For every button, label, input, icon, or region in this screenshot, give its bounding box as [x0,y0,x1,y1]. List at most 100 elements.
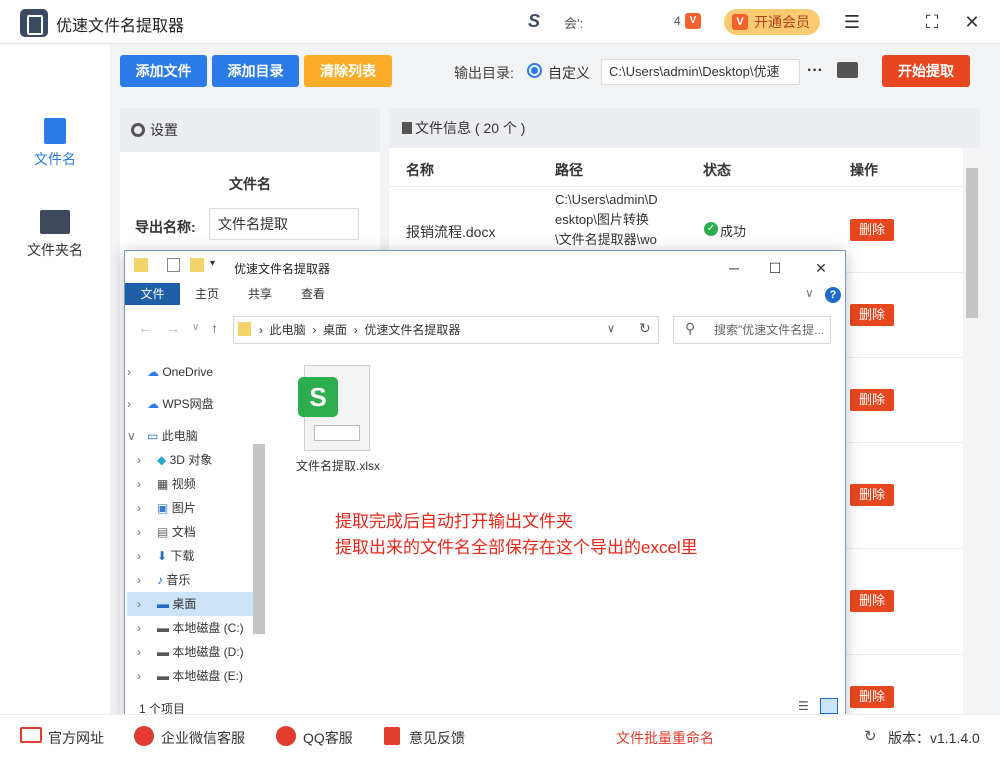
col-status: 状态 [703,162,731,178]
expand-icon[interactable]: › [137,592,157,616]
custom-radio-label[interactable]: 自定义 [548,63,590,83]
feedback-icon [384,727,400,745]
tab-share[interactable]: 共享 [248,283,272,305]
official-site-link[interactable]: 官方网址 [48,728,104,748]
address-folder-icon [238,322,251,336]
tree-item-documents[interactable]: › ▤ 文档 [127,520,265,544]
delete-button[interactable]: 删除 [850,686,894,708]
expand-icon[interactable]: › [137,448,157,472]
custom-radio[interactable] [527,63,542,78]
back-icon[interactable]: ← [138,320,152,336]
disk-icon: ▬ [157,669,169,683]
menu-icon[interactable]: ☰ [840,10,864,34]
search-input[interactable]: 搜索"优速文件名提... [673,316,831,344]
qq-icon [276,726,296,746]
tree-item-wps[interactable]: › ☁ WPS网盘 [127,392,265,416]
table-scroll-thumb[interactable] [966,168,978,318]
expand-icon[interactable]: › [137,640,157,664]
sheet-grid-icon [314,425,360,441]
properties-icon[interactable] [167,258,180,272]
feedback-link[interactable]: 意见反馈 [409,728,465,748]
cloud-icon: ☁ [147,365,159,379]
music-icon: ♪ [157,573,163,587]
tree-item-this-pc[interactable]: ∨ ▭ 此电脑 [127,424,265,448]
user-name[interactable]: 会': [564,13,583,32]
expand-icon[interactable]: › [137,544,157,568]
wechat-support-link[interactable]: 企业微信客服 [161,728,245,748]
help-icon[interactable]: ? [825,287,841,303]
clear-list-button[interactable]: 清除列表 [304,55,392,87]
annotation-line2: 提取出来的文件名全部保存在这个导出的excel里 [335,538,698,557]
tree-item-desktop[interactable]: › ▬ 桌面 [127,592,265,616]
expand-icon[interactable]: › [137,568,157,592]
qq-support-link[interactable]: QQ客服 [303,728,353,748]
details-view-icon[interactable]: ☰ [798,699,809,713]
tree-scroll-thumb[interactable] [253,444,265,634]
row1-name: 报销流程.docx [406,224,496,240]
vip-badge-icon[interactable]: V [685,13,701,29]
tree-item-music[interactable]: › ♪ 音乐 [127,568,265,592]
tree-item-video[interactable]: › ▦ 视频 [127,472,265,496]
nav-tree: › ☁ OneDrive › ☁ WPS网盘 ∨ ▭ 此电脑 › ◆ 3D 对象 › ▦ … [127,350,265,694]
expand-icon[interactable]: › [127,360,147,384]
delete-button[interactable]: 删除 [850,219,894,241]
tree-item-pictures[interactable]: › ▣ 图片 [127,496,265,520]
export-name-input[interactable]: 文件名提取 [209,208,359,240]
vip-icon: V [732,14,748,30]
tree-item-disk-c[interactable]: › ▬ 本地磁盘 (C:) [127,616,265,640]
sidebar-item-foldername[interactable]: 文件夹名 [0,240,110,260]
tab-home[interactable]: 主页 [195,283,219,305]
icons-view-icon[interactable] [820,698,838,714]
start-extract-button[interactable]: 开始提取 [882,55,970,87]
row1-path-line3: \文件名提取器\wo [555,232,657,247]
expand-icon[interactable]: › [137,520,157,544]
expand-icon[interactable]: › [137,496,157,520]
tree-item-downloads[interactable]: › ⬇ 下载 [127,544,265,568]
delete-button[interactable]: 删除 [850,590,894,612]
add-file-button[interactable]: 添加文件 [120,55,207,87]
up-icon[interactable]: ↑ [211,320,218,336]
file-name-icon [44,118,66,144]
row1-path-line2: esktop\图片转换 [555,212,649,227]
more-button[interactable]: ··· [807,62,823,80]
expand-icon[interactable]: › [137,472,157,496]
breadcrumb-folder[interactable]: 优速文件名提取器 [364,323,460,337]
tab-view[interactable]: 查看 [301,283,325,305]
search-icon: ⚲ [685,320,696,336]
folder-open-icon[interactable] [837,62,858,78]
recent-dropdown-icon[interactable]: ∨ [192,322,199,333]
maximize-icon[interactable]: ⛶ [920,10,944,34]
sidebar-item-filename[interactable]: 文件名 [0,149,110,169]
document-icon: ▤ [157,525,169,539]
expand-icon[interactable]: › [137,616,157,640]
success-icon: ✓ [704,222,718,236]
sidebar [0,45,110,715]
delete-button[interactable]: 删除 [850,484,894,506]
address-dropdown-icon[interactable]: ∨ [607,322,615,335]
breadcrumb-pc[interactable]: 此电脑 [270,323,306,337]
breadcrumb-desktop[interactable]: 桌面 [323,323,347,337]
expand-icon[interactable]: › [137,664,157,688]
tree-item-onedrive[interactable]: › ☁ OneDrive [127,360,265,384]
explorer-close-icon[interactable]: ✕ [809,256,833,280]
explorer-maximize-icon[interactable]: ☐ [763,256,787,280]
batch-rename-link[interactable]: 文件批量重命名 [616,728,714,748]
add-dir-button[interactable]: 添加目录 [212,55,299,87]
forward-icon[interactable]: → [166,320,180,336]
collapse-icon[interactable]: ∨ [127,424,147,448]
quick-access-dropdown-icon[interactable]: ▾ [210,258,215,269]
explorer-minimize-icon[interactable]: ─ [722,256,746,280]
delete-button[interactable]: 删除 [850,389,894,411]
expand-icon[interactable]: › [127,392,147,416]
tree-item-disk-e[interactable]: › ▬ 本地磁盘 (E:) [127,664,265,688]
tree-item-disk-d[interactable]: › ▬ 本地磁盘 (D:) [127,640,265,664]
output-path-field[interactable]: C:\Users\admin\Desktop\优速 [601,59,800,85]
ribbon-expand-icon[interactable]: ∨ [805,286,814,300]
delete-button[interactable]: 删除 [850,304,894,326]
xlsx-file-name[interactable]: 文件名提取.xlsx [296,457,380,474]
tab-file[interactable]: 文件 [125,283,180,305]
refresh-icon[interactable]: ↻ [639,320,651,337]
close-icon[interactable]: ✕ [960,10,984,34]
tree-item-3d[interactable]: › ◆ 3D 对象 [127,448,265,472]
new-folder-icon[interactable] [190,258,204,272]
